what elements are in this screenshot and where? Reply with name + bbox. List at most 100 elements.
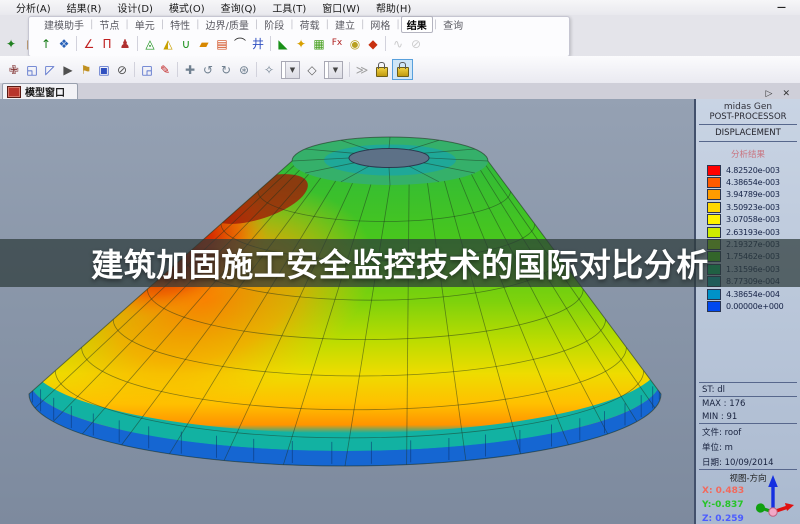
solid-cut-icon[interactable]: ◆ [364,35,382,53]
ribbon-tab-5[interactable]: 阶段 [259,17,289,32]
truss-grid-icon[interactable]: 井 [249,35,267,53]
ribbon-tab-3[interactable]: 特性 [165,17,195,32]
tab-separator: | [254,19,259,30]
legend-value: 4.38654e-004 [726,289,780,299]
rotate-left-icon[interactable]: ↺ [199,61,217,79]
ribbon-tab-1[interactable]: 节点 [94,17,124,32]
legend-row-4: 3.07058e-003 [707,214,800,226]
menu-item-1[interactable]: 结果(R) [59,0,110,15]
rotate-right-icon[interactable]: ↻ [217,61,235,79]
named-plane-combo[interactable]: ▼ [281,60,300,79]
unlock-icon[interactable] [371,59,392,80]
ribbon-area: ✦▤ 建模助手|节点|单元|特性|边界/质量|阶段|荷载|建立|网格|结果|查询… [0,15,800,57]
legend-row-11: 0.00000e+000 [707,300,800,312]
zoom-window-icon[interactable]: ◲ [138,61,156,79]
max-node-label: MAX : 176 [702,399,746,409]
menu-items: 分析(A) 结果(R) 设计(D) 模式(O) 查询(Q) 工具(T) 窗口(W) 帮助(H) [8,0,419,15]
select-circle-icon[interactable]: ⊘ [113,61,131,79]
legend-value: 3.07058e-003 [726,215,780,225]
truss-force-icon[interactable]: ◬ [141,35,159,53]
ribbon-tab-0[interactable]: 建模助手 [39,17,89,32]
ribbon-tab-10[interactable]: 查询 [438,17,468,32]
menu-item-4[interactable]: 查询(Q) [213,0,265,15]
dropdown-arrow-icon[interactable]: ▼ [285,61,299,78]
legend-swatch [707,177,721,189]
window-buttons: ▷ ✕ [766,89,790,99]
deformed-shape-icon[interactable]: ❖ [55,35,73,53]
legend-row-10: 4.38654e-004 [707,288,800,300]
minimize-icon[interactable]: — [777,3,786,13]
legend-swatch [707,214,721,226]
mode-shape-icon[interactable]: ◉ [346,35,364,53]
select-plane-icon[interactable]: ▣ [95,61,113,79]
menu-item-3[interactable]: 模式(O) [161,0,213,15]
legend-swatch [707,226,721,238]
influence-line-icon[interactable]: ∿ [389,35,407,53]
menu-item-6[interactable]: 窗口(W) [314,0,368,15]
ribbon-panel: 建模助手 | 节点 | 单元 | 特性 | 边界/质量 | 阶段 | 荷载 | 建立 | 网格 | 结果 | 查询 ↑ ❖… [28,16,570,57]
view-point-combo[interactable]: ▼ [324,60,343,79]
model-window-tab[interactable]: 模型窗口 [2,83,78,99]
unlock-icon-glyph [375,62,388,77]
frame-animate-icon[interactable]: ♟ [116,35,134,53]
close-window-icon[interactable]: ✕ [782,89,790,99]
tab-separator: | [196,19,200,30]
plate-stress-icon[interactable]: ▤ [213,35,231,53]
legend-swatch [707,164,721,176]
fx-result-icon[interactable]: Fx [328,35,346,53]
named-view-icon[interactable]: ✧ [260,61,278,79]
support-reaction-icon[interactable]: ∠ [80,35,98,53]
tree-menu-icon[interactable]: ✦ [2,35,20,53]
strain-energy-icon[interactable]: ✦ [292,35,310,53]
ribbon-tab-7[interactable]: 建立 [330,17,360,32]
select-window-icon[interactable]: ◱ [23,61,41,79]
menu-item-5[interactable]: 工具(T) [264,0,314,15]
select-flag-icon[interactable]: ⚑ [77,61,95,79]
model-viewport[interactable] [0,99,694,524]
load-case-label: ST: dl [702,385,725,395]
frame-deform-icon[interactable]: Π [98,35,116,53]
toolbar-separator [349,62,350,77]
menu-item-2[interactable]: 设计(D) [109,0,161,15]
annotate-pen-icon[interactable]: ✎ [156,61,174,79]
ribbon-tab-8[interactable]: 网格 [365,17,395,32]
menu-item-7[interactable]: 帮助(H) [368,0,419,15]
menu-bar: 分析(A) 结果(R) 设计(D) 模式(O) 查询(Q) 工具(T) 窗口(W) 帮助(H)… [0,0,800,15]
legend-value: 0.00000e+000 [726,301,784,311]
toolbar-separator [256,62,257,77]
file-name-label: 文件: roof [702,428,742,438]
legend-value: 3.50923e-003 [726,202,780,212]
rotate-ball-icon[interactable]: ⊛ [235,61,253,79]
ribbon-tab-2[interactable]: 单元 [130,17,160,32]
layer-result-icon[interactable]: ▦ [310,35,328,53]
probe-result-icon[interactable]: ⊘ [407,35,425,53]
plate-force-icon[interactable]: ▰ [195,35,213,53]
solid-stress-icon[interactable]: ◣ [274,35,292,53]
reaction-forces-icon[interactable]: ↑ [37,35,55,53]
beam-diagram-icon[interactable]: ∪ [177,35,195,53]
select-polygon-icon[interactable]: ◸ [41,61,59,79]
processor-mode-label: POST-PROCESSOR [699,112,797,125]
ribbon-tab-9[interactable]: 结果 [400,16,433,33]
legend-row-1: 4.38654e-003 [707,176,800,189]
view-toolbar: ✙ ◱ ◸ ▶ ⚑ ▣ ⊘ ◲ ✎ ✚ ↺ ↻ ⊛ ✧ ▼ ◇ ▼ ≫ [0,56,800,84]
beam-force-icon[interactable]: ◭ [159,35,177,53]
lock-icon[interactable] [392,59,413,80]
auto-fit-icon[interactable]: ≫ [353,61,371,79]
ribbon-tab-6[interactable]: 荷载 [295,17,325,32]
toolbar-separator [137,36,138,51]
banner-text: 建筑加固施工安全监控技术的国际对比分析 [91,246,709,284]
tab-separator: | [361,19,365,30]
menu-item-0[interactable]: 分析(A) [8,0,59,15]
dome-displacement-contour [28,136,662,467]
dropdown-arrow-icon[interactable]: ▼ [328,61,342,78]
legend-row-3: 3.50923e-003 [707,201,800,213]
unselect-arrow-icon[interactable]: ▶ [59,61,77,79]
moment-arc-icon[interactable]: ⌒ [231,35,249,53]
datum-plumb-icon[interactable]: ✙ [5,61,23,79]
pan-view-icon[interactable]: ✚ [181,61,199,79]
toolbar-separator [177,62,178,77]
active-plane-icon[interactable]: ◇ [303,61,321,79]
expand-panel-icon[interactable]: ▷ [766,89,773,99]
ribbon-tab-4[interactable]: 边界/质量 [201,17,254,32]
